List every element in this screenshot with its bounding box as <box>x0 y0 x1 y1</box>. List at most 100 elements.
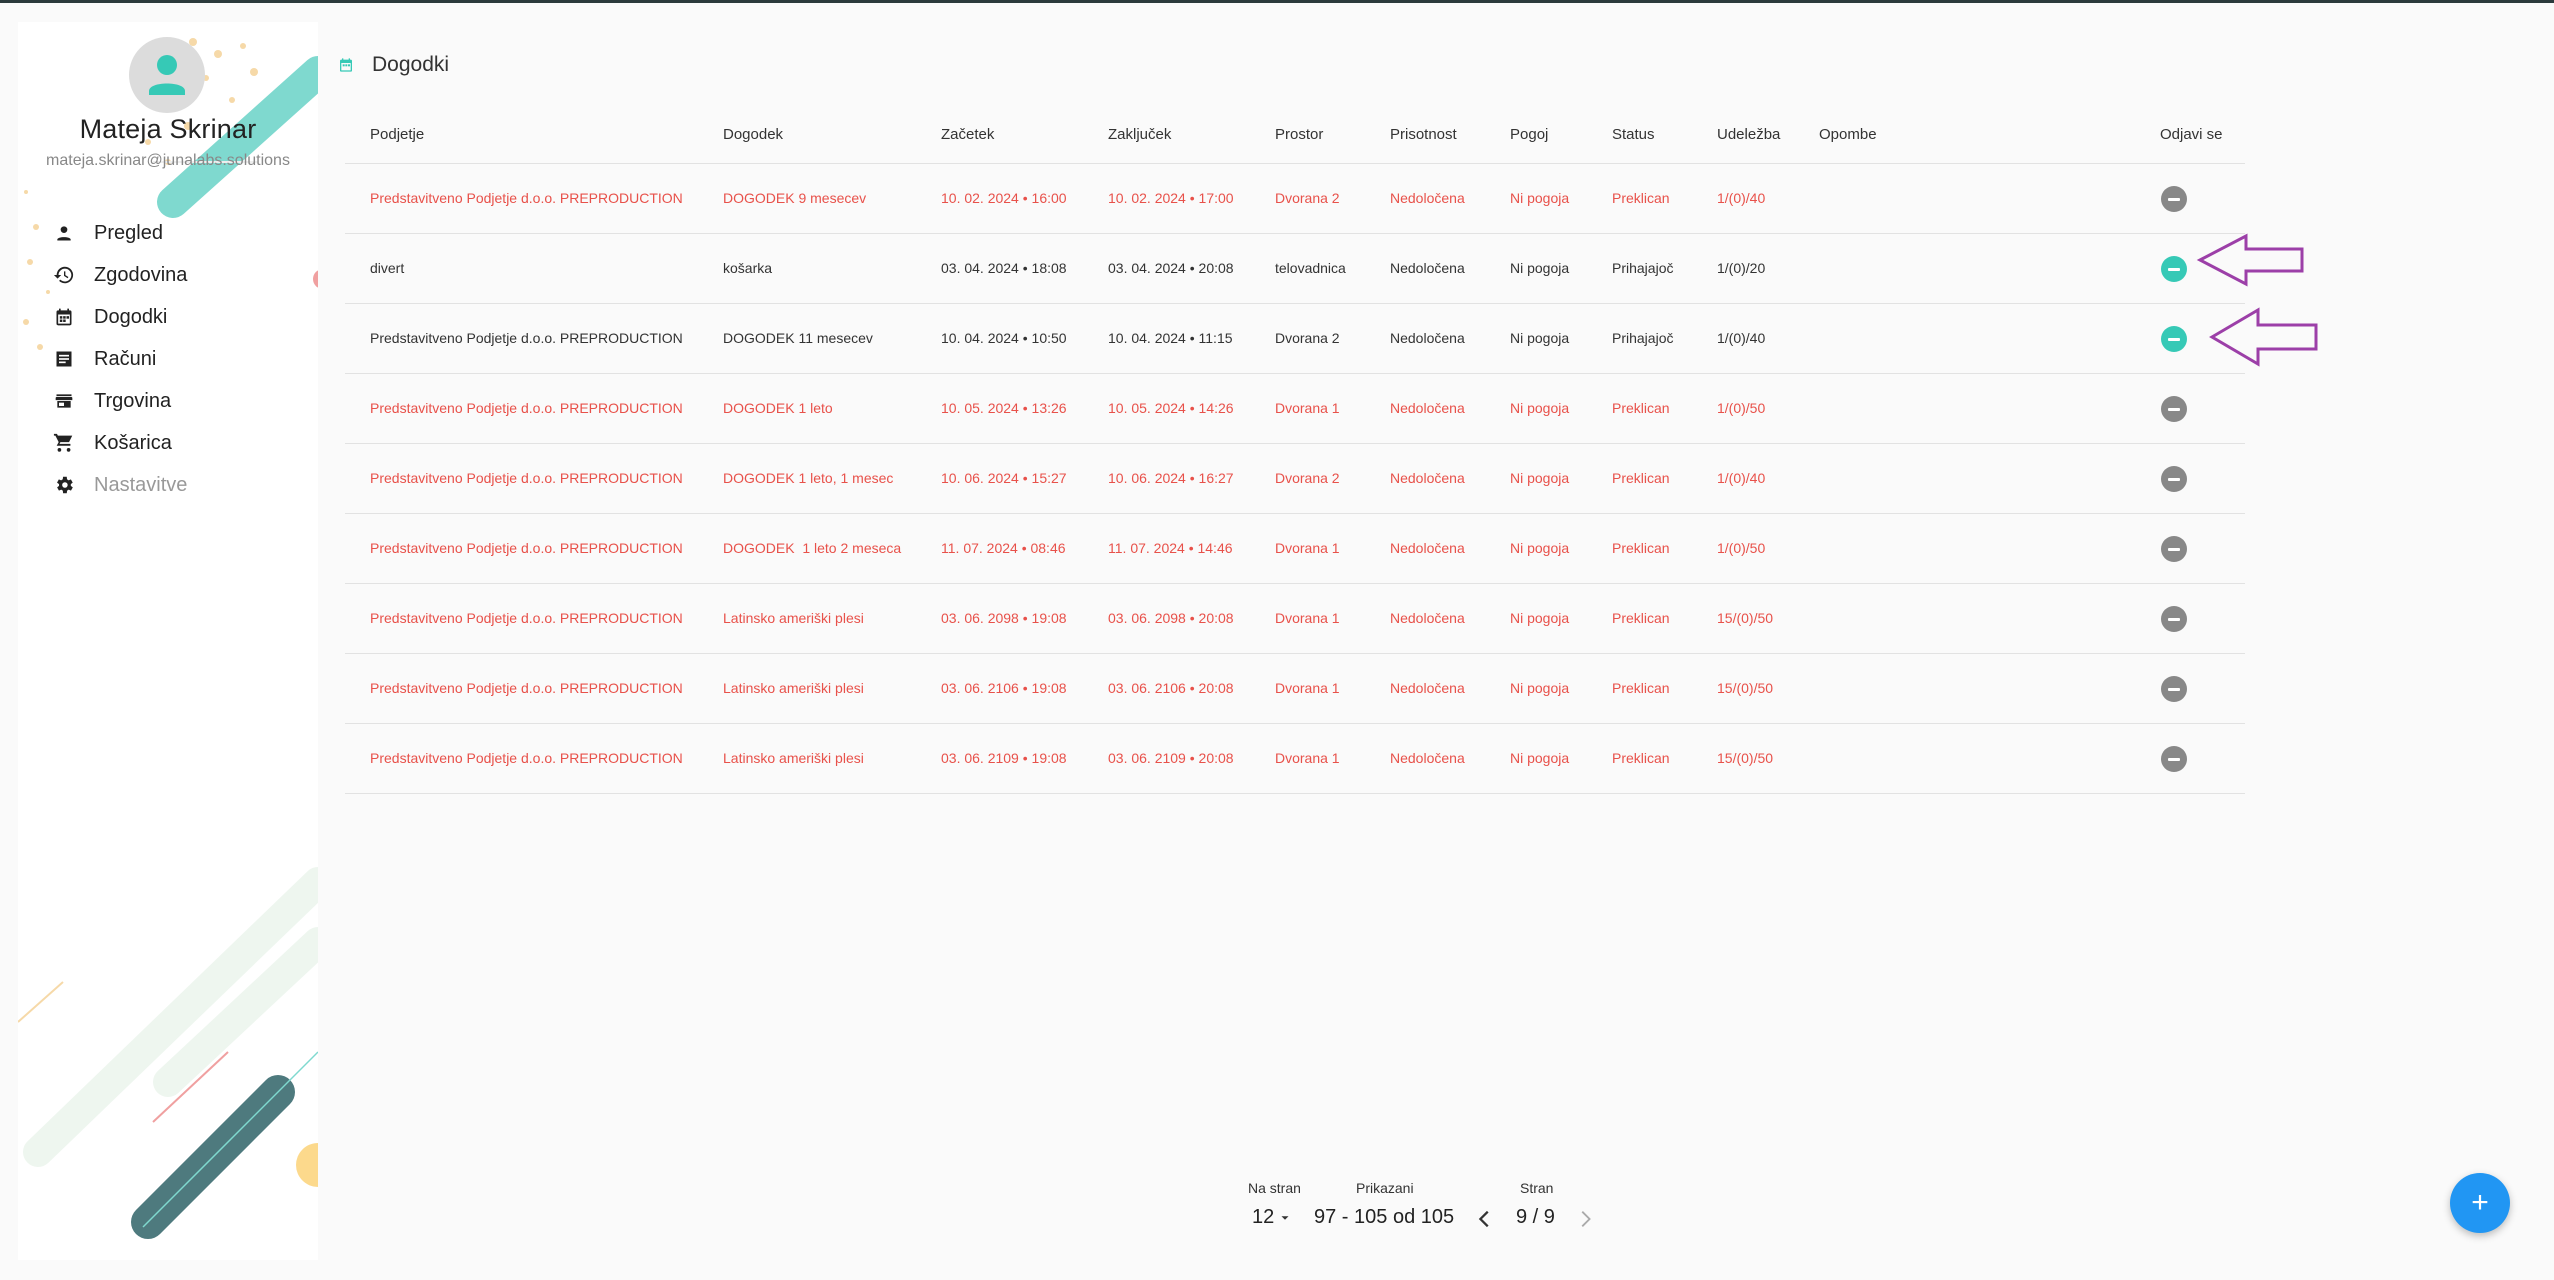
avatar[interactable] <box>129 37 205 113</box>
settings-icon <box>52 473 76 497</box>
sidebar-item-racuni[interactable]: Računi <box>18 338 318 380</box>
cell-start: 10. 06. 2024 • 15:27 <box>941 470 1067 486</box>
shown-value: 97 - 105 od 105 <box>1314 1206 1455 1228</box>
table-row[interactable]: Predstavitveno Podjetje d.o.o. PREPRODUC… <box>345 374 2245 444</box>
cell-attendance: 1/(0)/40 <box>1717 330 1766 346</box>
cell-event: Latinsko ameriški plesi <box>723 750 864 766</box>
cell-status: Preklican <box>1612 540 1670 556</box>
table-row[interactable]: Predstavitveno Podjetje d.o.o. PREPRODUC… <box>345 654 2245 724</box>
unsubscribe-button[interactable] <box>2161 396 2187 422</box>
cell-end: 03. 06. 2109 • 20:08 <box>1108 750 1234 766</box>
person-icon <box>52 221 76 245</box>
sidebar-item-kosarica[interactable]: Košarica <box>18 422 318 464</box>
table-row[interactable]: Predstavitveno Podjetje d.o.o. PREPRODUC… <box>345 584 2245 654</box>
cell-company: Predstavitveno Podjetje d.o.o. PREPRODUC… <box>370 610 683 626</box>
cell-end: 03. 06. 2106 • 20:08 <box>1108 680 1234 696</box>
table-row[interactable]: divert košarka 03. 04. 2024 • 18:08 03. … <box>345 234 2245 304</box>
unsubscribe-button[interactable] <box>2161 606 2187 632</box>
add-event-button[interactable]: + <box>2450 1173 2510 1233</box>
sidebar-nav: Pregled Zgodovina Dogodki Računi Trgovin… <box>18 212 318 506</box>
table-row[interactable]: Predstavitveno Podjetje d.o.o. PREPRODUC… <box>345 304 2245 374</box>
user-name: Mateja Skrinar <box>79 114 257 144</box>
cell-event: DOGODEK 11 mesecev <box>723 330 873 346</box>
cell-room: Dvorana 1 <box>1275 680 1340 696</box>
cell-status: Prihajajoč <box>1612 330 1674 346</box>
sidebar-item-pregled[interactable]: Pregled <box>18 212 318 254</box>
cell-company: Predstavitveno Podjetje d.o.o. PREPRODUC… <box>370 680 683 696</box>
cell-start: 11. 07. 2024 • 08:46 <box>941 540 1066 556</box>
cell-start: 10. 02. 2024 • 16:00 <box>941 190 1067 206</box>
col-header-status[interactable]: Status <box>1612 126 1655 143</box>
col-header-notes[interactable]: Opombe <box>1819 126 1877 143</box>
cell-attendance: 1/(0)/50 <box>1717 400 1766 416</box>
cell-attendance: 1/(0)/40 <box>1717 190 1766 206</box>
per-page-select[interactable]: 12 <box>1252 1206 1292 1229</box>
cell-status: Preklican <box>1612 750 1670 766</box>
unsubscribe-button[interactable] <box>2161 256 2187 282</box>
cell-presence: Nedoločena <box>1390 680 1465 696</box>
cell-presence: Nedoločena <box>1390 190 1465 206</box>
col-header-condition[interactable]: Pogoj <box>1510 126 1548 143</box>
sidebar-item-label: Pregled <box>94 221 163 244</box>
table-row[interactable]: Predstavitveno Podjetje d.o.o. PREPRODUC… <box>345 444 2245 514</box>
col-header-start[interactable]: Začetek <box>941 126 994 143</box>
cell-company: divert <box>370 260 405 276</box>
cell-status: Preklican <box>1612 400 1670 416</box>
minus-icon <box>2168 757 2180 761</box>
cell-condition: Ni pogoja <box>1510 470 1570 486</box>
cell-start: 03. 06. 2098 • 19:08 <box>941 610 1067 626</box>
sidebar-item-dogodki[interactable]: Dogodki <box>18 296 318 338</box>
cell-event: DOGODEK 1 leto, 1 mesec <box>723 470 894 486</box>
minus-icon <box>2168 337 2180 341</box>
col-header-event[interactable]: Dogodek <box>723 126 783 143</box>
cart-icon <box>52 431 76 455</box>
sidebar-item-trgovina[interactable]: Trgovina <box>18 380 318 422</box>
cell-end: 03. 04. 2024 • 20:08 <box>1108 260 1234 276</box>
cell-condition: Ni pogoja <box>1510 750 1570 766</box>
sidebar-item-label: Nastavitve <box>94 473 188 496</box>
sidebar: Mateja Skrinar mateja.skrinar@junalabs.s… <box>18 22 318 1260</box>
cell-end: 10. 04. 2024 • 11:15 <box>1108 330 1233 346</box>
cell-company: Predstavitveno Podjetje d.o.o. PREPRODUC… <box>370 400 683 416</box>
table-row[interactable]: Predstavitveno Podjetje d.o.o. PREPRODUC… <box>345 514 2245 584</box>
calendar-icon <box>340 58 352 72</box>
minus-icon <box>2168 197 2180 201</box>
cell-room: Dvorana 2 <box>1275 470 1340 486</box>
cell-condition: Ni pogoja <box>1510 610 1570 626</box>
unsubscribe-button[interactable] <box>2161 466 2187 492</box>
table-row[interactable]: Predstavitveno Podjetje d.o.o. PREPRODUC… <box>345 724 2245 794</box>
sidebar-item-zgodovina[interactable]: Zgodovina <box>18 254 318 296</box>
cell-start: 03. 06. 2109 • 19:08 <box>941 750 1067 766</box>
col-header-presence[interactable]: Prisotnost <box>1390 126 1457 143</box>
unsubscribe-button[interactable] <box>2161 186 2187 212</box>
unsubscribe-button[interactable] <box>2161 536 2187 562</box>
cell-status: Preklican <box>1612 680 1670 696</box>
top-border <box>0 0 2554 3</box>
sidebar-item-nastavitve[interactable]: Nastavitve <box>18 464 318 506</box>
cell-end: 10. 06. 2024 • 16:27 <box>1108 470 1234 486</box>
col-header-company[interactable]: Podjetje <box>370 126 424 143</box>
cell-room: Dvorana 2 <box>1275 190 1340 206</box>
cell-event: DOGODEK 1 leto <box>723 400 833 416</box>
history-icon <box>52 263 76 287</box>
cell-company: Predstavitveno Podjetje d.o.o. PREPRODUC… <box>370 470 683 486</box>
minus-icon <box>2168 407 2180 411</box>
unsubscribe-button[interactable] <box>2161 676 2187 702</box>
prev-page-button[interactable] <box>1474 1208 1496 1230</box>
unsubscribe-button[interactable] <box>2161 746 2187 772</box>
col-header-attendance[interactable]: Udeležba <box>1717 126 1780 143</box>
col-header-end[interactable]: Zaključek <box>1108 126 1171 143</box>
cell-room: Dvorana 1 <box>1275 400 1340 416</box>
cell-room: Dvorana 1 <box>1275 540 1340 556</box>
cell-presence: Nedoločena <box>1390 610 1465 626</box>
next-page-button[interactable] <box>1574 1208 1596 1230</box>
cell-company: Predstavitveno Podjetje d.o.o. PREPRODUC… <box>370 540 683 556</box>
unsubscribe-button[interactable] <box>2161 326 2187 352</box>
page-title: Dogodki <box>372 53 450 76</box>
col-header-room[interactable]: Prostor <box>1275 126 1323 143</box>
col-header-unsubscribe: Odjavi se <box>2160 126 2223 143</box>
cell-end: 11. 07. 2024 • 14:46 <box>1108 540 1233 556</box>
cell-presence: Nedoločena <box>1390 330 1465 346</box>
cell-start: 03. 04. 2024 • 18:08 <box>941 260 1067 276</box>
table-row[interactable]: Predstavitveno Podjetje d.o.o. PREPRODUC… <box>345 164 2245 234</box>
